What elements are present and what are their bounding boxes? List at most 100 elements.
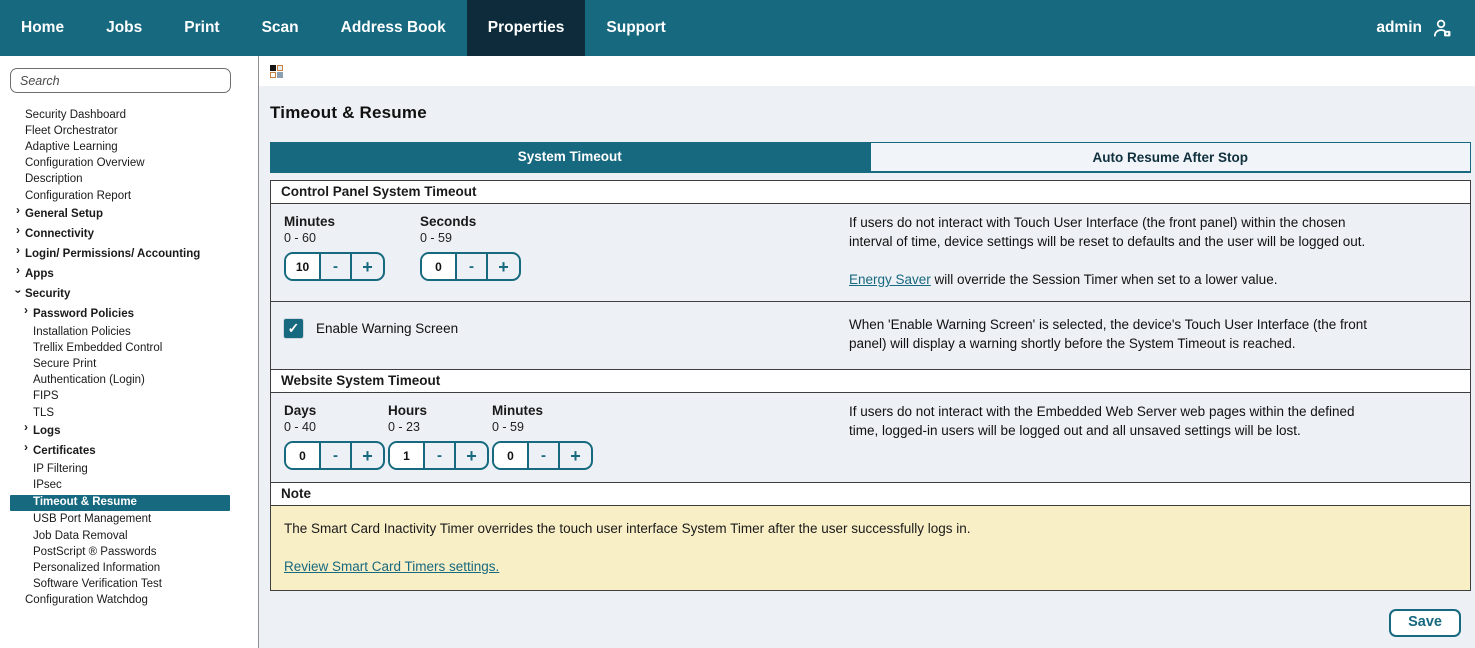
days-field: Days 0 - 40 - + <box>284 402 388 470</box>
energy-saver-line: Energy Saver will override the Session T… <box>849 270 1378 289</box>
tab-bar: System Timeout Auto Resume After Stop <box>270 142 1471 173</box>
website-minutes-decrement-button[interactable]: - <box>529 443 560 468</box>
sidebar-item-certificates[interactable]: ›Certificates <box>0 441 258 461</box>
seconds-range: 0 - 59 <box>420 230 556 247</box>
save-button[interactable]: Save <box>1389 609 1461 637</box>
minutes-field: Minutes 0 - 60 - + <box>284 213 420 281</box>
sidebar-item-authentication-login[interactable]: Authentication (Login) <box>0 373 258 389</box>
search-input[interactable] <box>10 68 231 93</box>
sidebar-item-configuration-overview[interactable]: Configuration Overview <box>0 156 258 172</box>
hours-decrement-button[interactable]: - <box>425 443 456 468</box>
hours-field: Hours 0 - 23 - + <box>388 402 492 470</box>
minutes-decrement-button[interactable]: - <box>321 254 352 279</box>
tab-system-timeout[interactable]: System Timeout <box>270 142 870 171</box>
admin-user-icon[interactable] <box>1431 17 1453 39</box>
sidebar-item-ip-filtering[interactable]: IP Filtering <box>0 461 258 477</box>
seconds-stepper: - + <box>420 252 521 281</box>
chevron-right-icon: › <box>16 224 20 237</box>
website-minutes-stepper: - + <box>492 441 593 470</box>
section-header-website-system-timeout: Website System Timeout <box>270 369 1471 393</box>
user-menu[interactable]: admin <box>1376 0 1475 56</box>
tab-auto-resume-after-stop[interactable]: Auto Resume After Stop <box>870 142 1472 171</box>
nav-item-print[interactable]: Print <box>163 0 240 56</box>
sidebar-item-usb-port-management[interactable]: USB Port Management <box>0 512 258 528</box>
enable-warning-screen-checkbox[interactable]: ✓ <box>284 319 303 338</box>
website-minutes-field: Minutes 0 - 59 - + <box>492 402 596 470</box>
sidebar-item-apps[interactable]: ›Apps <box>0 264 258 284</box>
seconds-input[interactable] <box>422 254 457 279</box>
website-minutes-range: 0 - 59 <box>492 419 596 436</box>
days-input[interactable] <box>286 443 321 468</box>
sidebar-item-description[interactable]: Description <box>0 172 258 188</box>
website-minutes-label: Minutes <box>492 402 596 419</box>
content-toolbar <box>259 56 1475 86</box>
website-timeout-description: If users do not interact with the Embedd… <box>849 402 1378 440</box>
section-header-note: Note <box>270 482 1471 506</box>
minutes-input[interactable] <box>286 254 321 279</box>
minutes-label: Minutes <box>284 213 420 230</box>
sidebar-item-logs[interactable]: ›Logs <box>0 421 258 441</box>
hours-increment-button[interactable]: + <box>456 443 487 468</box>
sidebar-item-installation-policies[interactable]: Installation Policies <box>0 324 258 340</box>
minutes-stepper: - + <box>284 252 385 281</box>
chevron-right-icon: › <box>24 441 28 454</box>
sidebar-item-password-policies[interactable]: ›Password Policies <box>0 304 258 324</box>
seconds-decrement-button[interactable]: - <box>457 254 488 279</box>
sidebar-item-software-verification-test[interactable]: Software Verification Test <box>0 577 258 593</box>
chevron-right-icon: › <box>16 264 20 277</box>
warning-screen-description: When 'Enable Warning Screen' is selected… <box>849 315 1378 353</box>
minutes-increment-button[interactable]: + <box>352 254 383 279</box>
control-panel-timeout-row: Minutes 0 - 60 - + Seconds 0 - 59 <box>270 204 1471 302</box>
sidebar-item-trellix-embedded-control[interactable]: Trellix Embedded Control <box>0 340 258 356</box>
sidebar-item-security-dashboard[interactable]: Security Dashboard <box>0 107 258 123</box>
sidebar-item-tls[interactable]: TLS <box>0 405 258 421</box>
nav-item-scan[interactable]: Scan <box>241 0 320 56</box>
days-decrement-button[interactable]: - <box>321 443 352 468</box>
sidebar-item-general-setup[interactable]: ›General Setup <box>0 204 258 224</box>
sidebar-item-secure-print[interactable]: Secure Print <box>0 357 258 373</box>
sidebar-item-ipsec[interactable]: IPsec <box>0 477 258 493</box>
nav-item-jobs[interactable]: Jobs <box>85 0 163 56</box>
sidebar-item-configuration-report[interactable]: Configuration Report <box>0 188 258 204</box>
sidebar-item-personalized-information[interactable]: Personalized Information <box>0 560 258 576</box>
warning-screen-row: ✓ Enable Warning Screen When 'Enable War… <box>270 301 1471 370</box>
days-increment-button[interactable]: + <box>352 443 383 468</box>
nav-item-support[interactable]: Support <box>585 0 686 56</box>
sidebar-item-connectivity[interactable]: ›Connectivity <box>0 224 258 244</box>
days-label: Days <box>284 402 388 419</box>
username-label: admin <box>1376 19 1422 37</box>
top-navbar: Home Jobs Print Scan Address Book Proper… <box>0 0 1475 56</box>
sidebar-item-fleet-orchestrator[interactable]: Fleet Orchestrator <box>0 123 258 139</box>
nav-item-address-book[interactable]: Address Book <box>320 0 467 56</box>
sidebar-item-configuration-watchdog[interactable]: Configuration Watchdog <box>0 593 258 609</box>
control-panel-timeout-description: If users do not interact with Touch User… <box>849 213 1378 251</box>
smart-card-timers-link[interactable]: Review Smart Card Timers settings. <box>284 559 499 574</box>
sidebar-item-security[interactable]: ›Security <box>0 284 258 304</box>
nav-item-home[interactable]: Home <box>0 0 85 56</box>
seconds-label: Seconds <box>420 213 556 230</box>
seconds-increment-button[interactable]: + <box>488 254 519 279</box>
sidebar-item-postscript-passwords[interactable]: PostScript ® Passwords <box>0 544 258 560</box>
sidebar-tree: Security Dashboard Fleet Orchestrator Ad… <box>0 103 258 609</box>
website-minutes-increment-button[interactable]: + <box>560 443 591 468</box>
sidebar-item-fips[interactable]: FIPS <box>0 389 258 405</box>
sidebar-item-adaptive-learning[interactable]: Adaptive Learning <box>0 139 258 155</box>
page-title: Timeout & Resume <box>270 103 1475 123</box>
chevron-right-icon: › <box>24 304 28 317</box>
hours-stepper: - + <box>388 441 489 470</box>
nav-item-properties[interactable]: Properties <box>467 0 586 56</box>
seconds-field: Seconds 0 - 59 - + <box>420 213 556 281</box>
hours-label: Hours <box>388 402 492 419</box>
website-timeout-row: Days 0 - 40 - + Hours 0 - 23 <box>270 393 1471 483</box>
sidebar-item-job-data-removal[interactable]: Job Data Removal <box>0 528 258 544</box>
hours-input[interactable] <box>390 443 425 468</box>
grid-icon[interactable] <box>270 65 283 78</box>
energy-saver-link[interactable]: Energy Saver <box>849 272 931 287</box>
hours-range: 0 - 23 <box>388 419 492 436</box>
website-minutes-input[interactable] <box>494 443 529 468</box>
sidebar-item-login-permissions-accounting[interactable]: ›Login/ Permissions/ Accounting <box>0 244 258 264</box>
sidebar-item-timeout-resume[interactable]: Timeout & Resume <box>10 495 230 511</box>
chevron-right-icon: › <box>24 421 28 434</box>
days-stepper: - + <box>284 441 385 470</box>
minutes-range: 0 - 60 <box>284 230 420 247</box>
